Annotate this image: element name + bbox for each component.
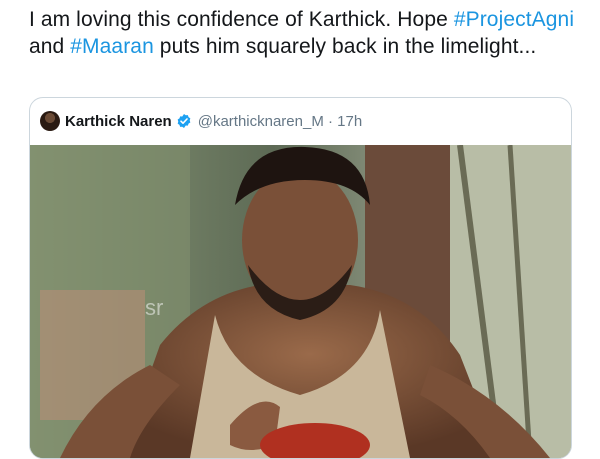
quoted-tweet-card[interactable]: Karthick Naren @karthicknaren_M · 17h sr [29, 97, 572, 459]
author-avatar[interactable] [40, 111, 60, 131]
hashtag-project-agni[interactable]: #ProjectAgni [454, 8, 574, 31]
quoted-tweet-header: Karthick Naren @karthicknaren_M · 17h [30, 98, 571, 144]
movie-still-photo: sr [30, 145, 571, 458]
hashtag-maaran[interactable]: #Maaran [70, 35, 154, 58]
author-name[interactable]: Karthick Naren [65, 113, 172, 130]
author-handle[interactable]: @karthicknaren_M [198, 113, 324, 130]
tweet-media-image[interactable]: sr [30, 145, 571, 458]
verified-badge-icon [177, 114, 191, 128]
tweet-text-part-1: I am loving this confidence of Karthick.… [29, 8, 454, 31]
separator-dot: · [323, 112, 338, 130]
tweet-text: I am loving this confidence of Karthick.… [29, 6, 589, 60]
media-watermark: sr [145, 295, 163, 320]
tweet-text-part-2: and [29, 35, 71, 58]
tweet-timestamp[interactable]: 17h [337, 113, 362, 130]
tweet-text-part-3: puts him squarely back in the limelight.… [153, 35, 537, 58]
